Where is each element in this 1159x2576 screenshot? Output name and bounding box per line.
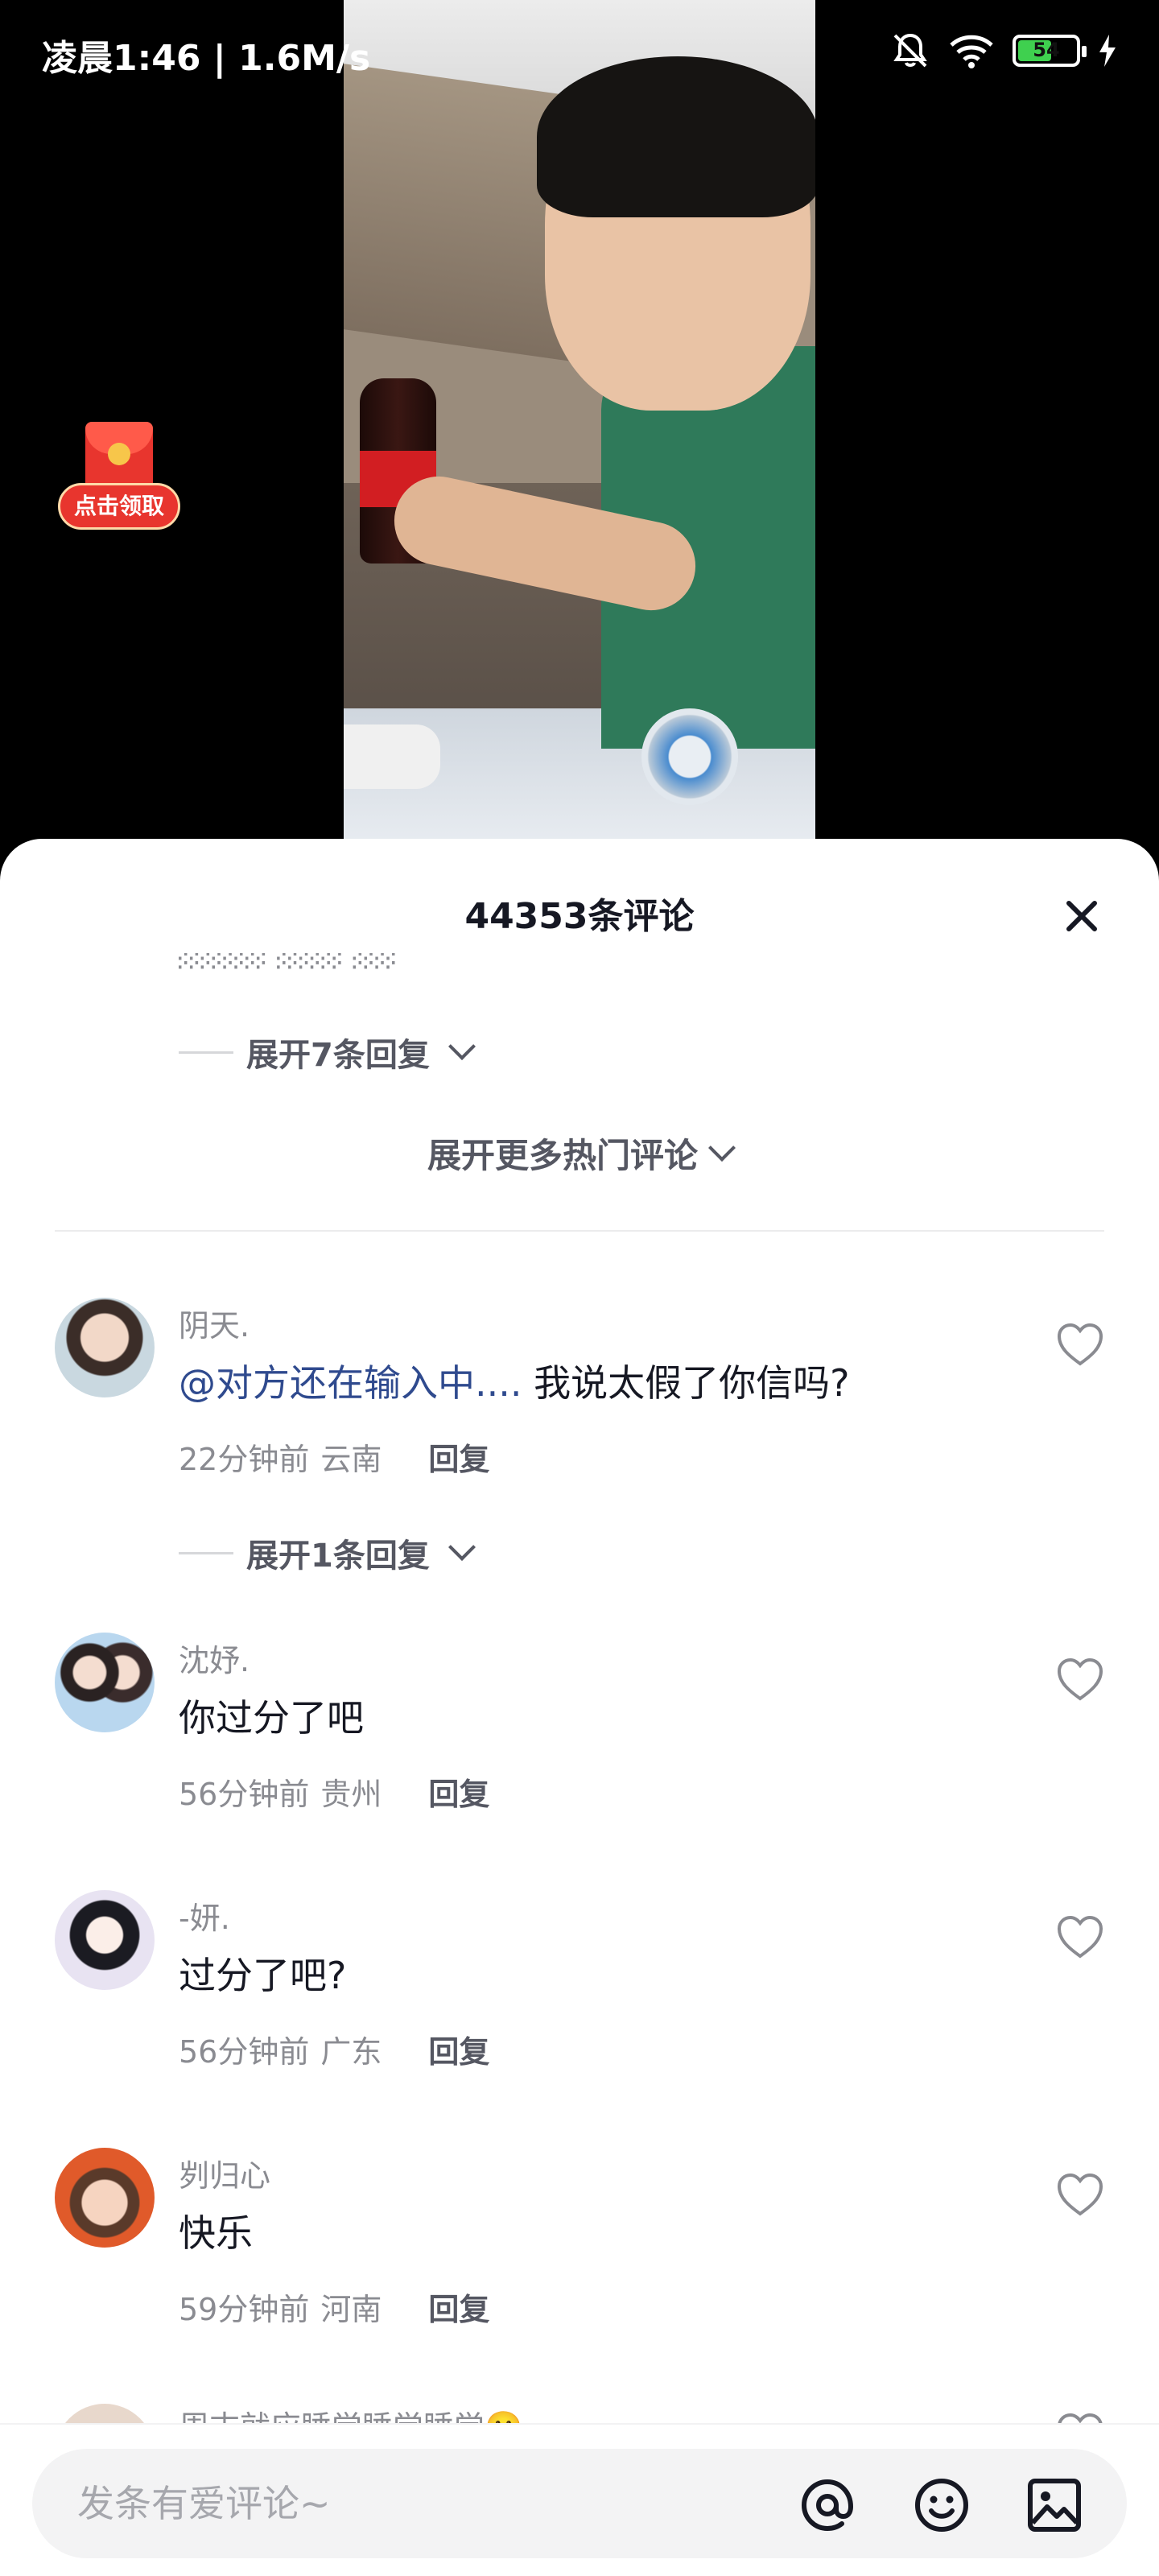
comment-text: 过分了吧? — [179, 1954, 347, 1997]
avatar[interactable] — [55, 1633, 155, 1732]
video-player[interactable]: 点击领取 — [0, 0, 1159, 869]
comment-meta: 59分钟前 河南 回复 — [179, 2285, 489, 2329]
status-bar: 凌晨1:46 | 1.6M/s 54 — [0, 0, 1159, 105]
video-frame[interactable] — [344, 0, 815, 841]
comment-location: 云南 — [320, 1442, 382, 1477]
comment-location: 河南 — [320, 2292, 382, 2327]
comment-input-bar — [0, 2423, 1159, 2576]
expand-replies-label: 展开7条回复 — [246, 1037, 430, 1074]
battery-tip — [1082, 46, 1087, 57]
comments-sheet: 44353条评论 ░░░░ ░░░ ░░ 展开7条回复 展开更多热门评论 阴天.… — [0, 839, 1159, 2576]
comments-header: 44353条评论 — [0, 839, 1159, 960]
more-hot-comments-button[interactable]: 展开更多热门评论 — [0, 1129, 1159, 1178]
heart-icon[interactable] — [1056, 1322, 1104, 1367]
heart-icon[interactable] — [1056, 1657, 1104, 1702]
video-scene-tape — [641, 708, 738, 805]
status-time: 凌晨1:46 | 1.6M/s — [42, 38, 371, 79]
comment-username[interactable]: -妍. — [179, 1893, 230, 1938]
reply-button[interactable]: 回复 — [428, 1435, 489, 1479]
avatar[interactable] — [55, 2148, 155, 2248]
comment-time: 56分钟前 — [179, 2034, 310, 2070]
battery-level: 54 — [1033, 39, 1060, 61]
expand-replies-label: 展开1条回复 — [246, 1538, 430, 1575]
comment-text: @对方还在输入中.... 我说太假了你信吗? — [179, 1354, 850, 1407]
redpacket-label: 点击领取 — [58, 483, 180, 530]
wifi-icon — [950, 35, 993, 68]
expand-replies-button[interactable]: 展开7条回复 — [179, 1029, 476, 1075]
comment-meta: 22分钟前 云南 回复 — [179, 1435, 489, 1479]
expand-line — [179, 1551, 233, 1554]
comment-time: 56分钟前 — [179, 1777, 310, 1812]
mention-link[interactable]: @对方还在输入中.... — [179, 1361, 522, 1405]
comment-time: 22分钟前 — [179, 1442, 310, 1477]
comment-location: 贵州 — [320, 1777, 382, 1812]
charging-bolt-icon — [1099, 35, 1116, 67]
comment-username[interactable]: 刿归心 — [179, 2151, 270, 2195]
expand-line — [179, 1051, 233, 1054]
close-icon[interactable] — [1062, 897, 1101, 935]
divider — [55, 1230, 1104, 1232]
redpacket-button[interactable]: 点击领取 — [58, 419, 180, 533]
at-icon[interactable] — [795, 2473, 860, 2537]
comment-username[interactable]: 沈妤. — [179, 1636, 250, 1680]
comment-text: 你过分了吧 — [179, 1696, 364, 1740]
emoji-icon[interactable] — [909, 2473, 974, 2537]
comments-count-title: 44353条评论 — [464, 896, 695, 937]
comment-input-pill — [32, 2449, 1127, 2558]
status-icons: 54 — [890, 31, 1117, 71]
heart-icon[interactable] — [1056, 2172, 1104, 2217]
comment-input[interactable] — [77, 2473, 769, 2534]
battery-icon: 54 — [1013, 35, 1087, 67]
chevron-down-icon — [708, 1133, 736, 1162]
red-envelope-seal — [108, 443, 130, 465]
comment-text: 快乐 — [179, 2211, 253, 2255]
comment-time: 59分钟前 — [179, 2292, 310, 2327]
partial-comment-meta: ░░░░ ░░░ ░░ — [179, 953, 398, 969]
comment-location: 广东 — [320, 2034, 382, 2070]
mute-bell-icon — [893, 33, 927, 68]
chevron-down-icon — [448, 1033, 476, 1060]
comment-meta: 56分钟前 贵州 回复 — [179, 1769, 489, 1814]
comment-username[interactable]: 阴天. — [179, 1301, 250, 1345]
comment-meta: 56分钟前 广东 回复 — [179, 2027, 489, 2071]
video-scene-pipe — [344, 724, 440, 789]
chevron-down-icon — [448, 1534, 476, 1561]
expand-replies-button[interactable]: 展开1条回复 — [179, 1530, 476, 1576]
avatar[interactable] — [55, 1298, 155, 1397]
image-icon[interactable] — [1022, 2473, 1087, 2537]
more-hot-label: 展开更多热门评论 — [427, 1136, 698, 1175]
reply-button[interactable]: 回复 — [428, 2027, 489, 2071]
heart-icon[interactable] — [1056, 1914, 1104, 1959]
reply-button[interactable]: 回复 — [428, 2285, 489, 2329]
reply-button[interactable]: 回复 — [428, 1769, 489, 1814]
avatar[interactable] — [55, 1890, 155, 1990]
comment-body: 我说太假了你信吗? — [522, 1361, 850, 1405]
